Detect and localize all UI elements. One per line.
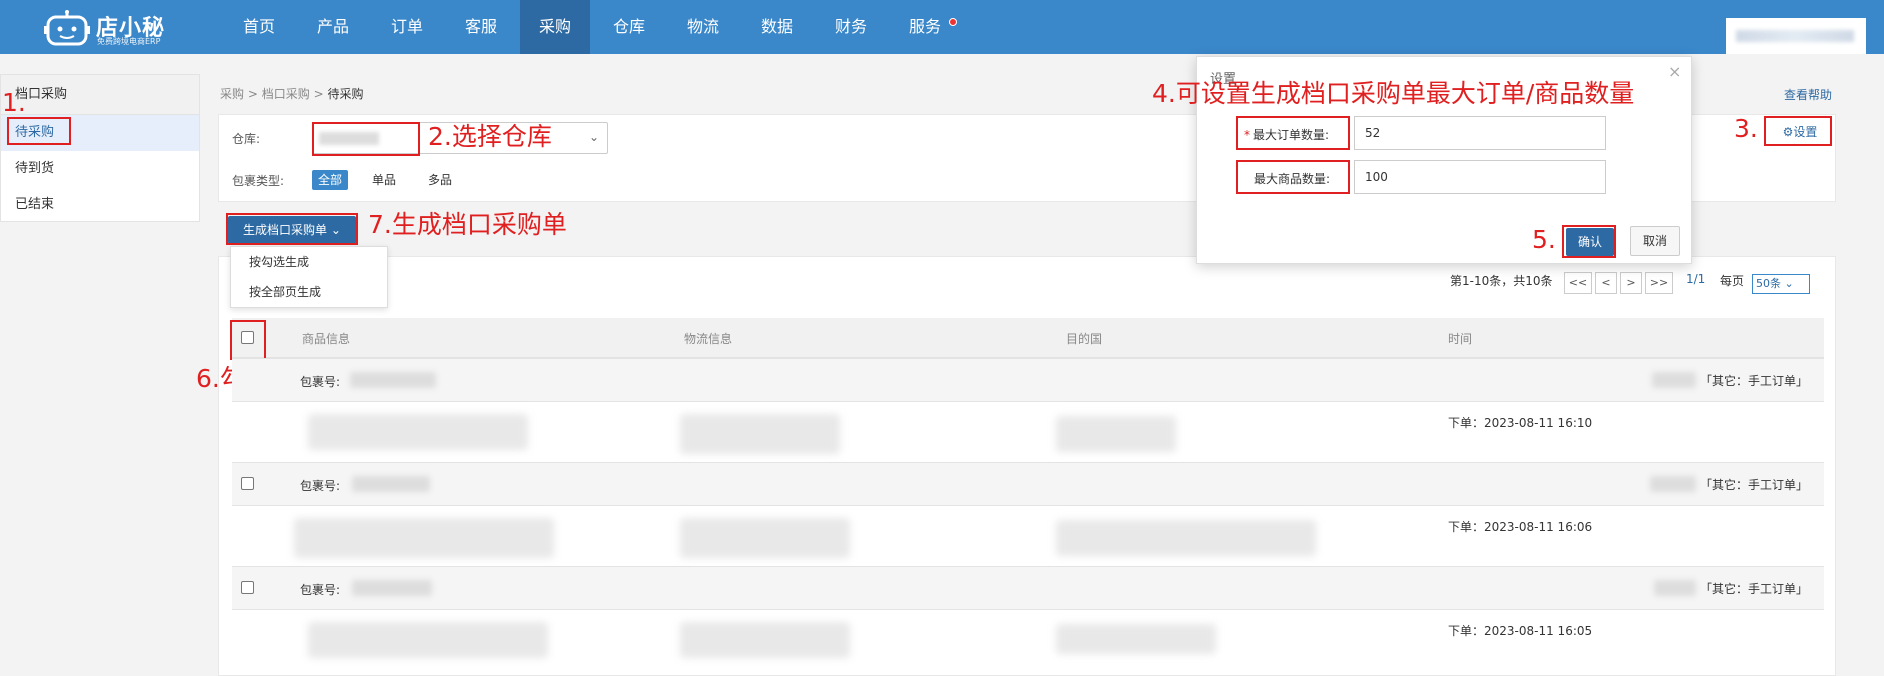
annotation-step-7: 7.生成档口采购单 xyxy=(368,210,567,239)
column-header-logistics: 物流信息 xyxy=(684,332,733,346)
product-info-blurred xyxy=(308,414,528,450)
max-order-count-input[interactable]: 52 xyxy=(1354,116,1606,150)
table-row xyxy=(232,358,1824,402)
last-page-button[interactable]: >> xyxy=(1645,272,1673,294)
generate-dropdown-menu: 按勾选生成 按全部页生成 xyxy=(230,246,388,308)
nav-item-orders[interactable]: 订单 xyxy=(372,0,442,54)
row-meta-blurred xyxy=(1650,476,1696,492)
destination-blurred xyxy=(1056,624,1216,654)
nav-item-services[interactable]: 服务 xyxy=(890,0,960,54)
annotation-step-2: 2.选择仓库 xyxy=(428,122,552,151)
prev-page-button[interactable]: < xyxy=(1595,272,1617,294)
package-number-label: 包裹号: xyxy=(300,583,341,597)
annotation-step-1: 1. xyxy=(2,88,26,117)
nav-item-home[interactable]: 首页 xyxy=(224,0,294,54)
page-indicator: 1/1 xyxy=(1686,272,1706,286)
order-time: 下单：2023-08-11 16:05 xyxy=(1448,624,1593,638)
robot-logo-icon xyxy=(44,10,90,46)
destination-blurred xyxy=(1056,520,1316,556)
order-source-tag: 「其它：手工订单」 xyxy=(1700,582,1809,596)
row-checkbox[interactable] xyxy=(241,477,254,490)
highlight-box-settings xyxy=(1764,116,1832,146)
annotation-step-5: 5. xyxy=(1532,225,1556,254)
package-type-label: 包裹类型: xyxy=(232,174,285,188)
table-header xyxy=(232,318,1824,358)
highlight-box-checkbox xyxy=(230,320,266,360)
help-link[interactable]: 查看帮助 xyxy=(1784,86,1832,103)
package-number-label: 包裹号: xyxy=(300,479,341,493)
logo-subtitle: 免费跨境电商ERP xyxy=(97,37,161,46)
user-account-box[interactable] xyxy=(1726,18,1866,54)
cancel-button[interactable]: 取消 xyxy=(1630,226,1680,256)
user-name-blurred xyxy=(1736,30,1854,42)
close-icon[interactable]: × xyxy=(1668,62,1681,81)
column-header-product: 商品信息 xyxy=(302,332,351,346)
breadcrumb-current: 待采购 xyxy=(327,87,364,101)
row-checkbox[interactable] xyxy=(241,581,254,594)
column-header-time: 时间 xyxy=(1448,332,1473,346)
breadcrumb-separator: > xyxy=(247,87,262,101)
sidebar: 档口采购 待采购 待到货 已结束 xyxy=(0,74,200,222)
highlight-box-sidebar xyxy=(7,117,71,145)
order-source-tag: 「其它：手工订单」 xyxy=(1700,374,1809,388)
pagination-summary: 第1-10条，共10条 xyxy=(1450,274,1553,288)
sidebar-item-finished[interactable]: 已结束 xyxy=(1,187,199,223)
package-number-blurred xyxy=(350,372,436,388)
package-number-blurred xyxy=(352,580,432,596)
nav-item-finance[interactable]: 财务 xyxy=(816,0,886,54)
annotation-step-3: 3. xyxy=(1734,114,1758,143)
menu-item-generate-all-pages[interactable]: 按全部页生成 xyxy=(231,277,387,307)
breadcrumb-separator: > xyxy=(313,87,328,101)
menu-item-generate-checked[interactable]: 按勾选生成 xyxy=(231,247,387,277)
order-source-tag: 「其它：手工订单」 xyxy=(1700,478,1809,492)
max-product-count-input[interactable]: 100 xyxy=(1354,160,1606,194)
nav-item-customer-service[interactable]: 客服 xyxy=(446,0,516,54)
top-nav-bar: 店小秘 免费跨境电商ERP 首页 产品 订单 客服 采购 仓库 物流 数据 财务… xyxy=(0,0,1884,54)
highlight-box-generate xyxy=(226,213,358,245)
logistics-info-blurred xyxy=(680,622,850,658)
highlight-box-warehouse xyxy=(312,122,420,156)
row-meta-blurred xyxy=(1652,372,1696,388)
product-info-blurred xyxy=(308,622,548,658)
nav-item-data[interactable]: 数据 xyxy=(742,0,812,54)
next-page-button[interactable]: > xyxy=(1620,272,1642,294)
order-time: 下单：2023-08-11 16:10 xyxy=(1448,416,1593,430)
package-number-blurred xyxy=(352,476,430,492)
highlight-box-max-products xyxy=(1236,160,1350,194)
per-page-value: 50条 xyxy=(1756,277,1781,290)
breadcrumb-purchase[interactable]: 采购 xyxy=(220,87,244,101)
breadcrumb: 采购 > 档口采购 > 待采购 xyxy=(220,85,363,102)
nav-item-purchase[interactable]: 采购 xyxy=(520,0,590,54)
notification-dot xyxy=(949,18,957,26)
destination-blurred xyxy=(1056,416,1176,452)
nav-item-warehouse[interactable]: 仓库 xyxy=(594,0,664,54)
table-row xyxy=(232,566,1824,610)
nav-item-logistics[interactable]: 物流 xyxy=(668,0,738,54)
package-number-label: 包裹号: xyxy=(300,375,341,389)
warehouse-label: 仓库: xyxy=(232,132,261,146)
logo[interactable]: 店小秘 免费跨境电商ERP xyxy=(44,8,174,48)
logistics-info-blurred xyxy=(680,518,850,558)
annotation-step-4: 4.可设置生成档口采购单最大订单/商品数量 xyxy=(1152,79,1635,108)
sidebar-title: 档口采购 xyxy=(1,75,199,115)
sidebar-item-pending-arrival[interactable]: 待到货 xyxy=(1,151,199,187)
per-page-select[interactable]: 50条 ⌄ xyxy=(1752,274,1810,294)
column-header-destination: 目的国 xyxy=(1066,332,1103,346)
logistics-info-blurred xyxy=(680,414,840,454)
order-time: 下单：2023-08-11 16:06 xyxy=(1448,520,1593,534)
table-row xyxy=(232,462,1824,506)
nav-item-products[interactable]: 产品 xyxy=(298,0,368,54)
breadcrumb-stall-purchase[interactable]: 档口采购 xyxy=(262,87,310,101)
row-meta-blurred xyxy=(1654,580,1696,596)
package-type-single[interactable]: 单品 xyxy=(366,170,402,190)
product-info-blurred xyxy=(294,518,554,558)
highlight-box-confirm xyxy=(1562,225,1616,258)
package-type-multi[interactable]: 多品 xyxy=(422,170,458,190)
first-page-button[interactable]: << xyxy=(1564,272,1592,294)
chevron-down-icon: ⌄ xyxy=(588,130,599,144)
highlight-box-max-orders xyxy=(1236,116,1350,150)
per-page-label: 每页 xyxy=(1720,274,1745,288)
package-type-all[interactable]: 全部 xyxy=(312,170,349,190)
